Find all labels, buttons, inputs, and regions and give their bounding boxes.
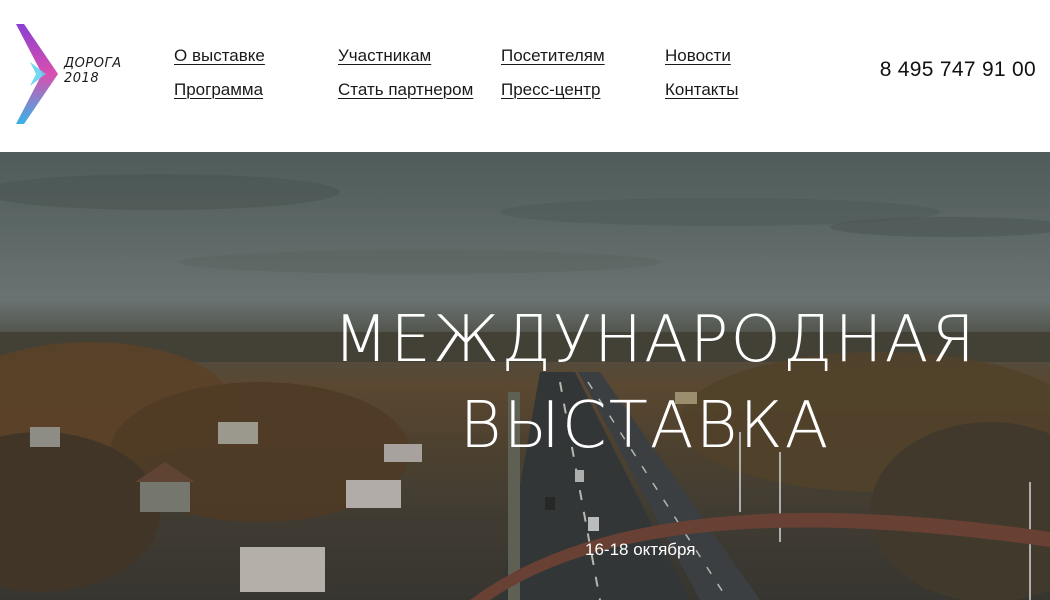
logo-line2: 2018 <box>64 71 100 86</box>
nav-link-press-center[interactable]: Пресс-центр <box>501 76 605 110</box>
nav-link-visitors[interactable]: Посетителям <box>501 42 605 76</box>
hero-banner: МЕЖДУНАРОДНАЯ ВЫСТАВКА 16-18 октября <box>0 152 1050 600</box>
logo-text: ДОРОГА 2018 <box>64 56 122 86</box>
hero-title-line2: ВЫСТАВКА <box>459 389 831 463</box>
logo[interactable]: ДОРОГА 2018 <box>12 22 122 126</box>
hero-title: МЕЖДУНАРОДНАЯ ВЫСТАВКА <box>0 297 1050 469</box>
nav-column-4: Новости Контакты <box>665 42 738 110</box>
site-header: ДОРОГА 2018 О выставке Программа Участни… <box>0 0 1050 152</box>
nav-link-news[interactable]: Новости <box>665 42 738 76</box>
nav-column-2: Участникам Стать партнером <box>338 42 473 110</box>
logo-line1: ДОРОГА <box>64 56 122 71</box>
event-dates: 16-18 октября <box>585 540 696 559</box>
nav-link-program[interactable]: Программа <box>174 76 265 110</box>
phone-number[interactable]: 8 495 747 91 00 <box>880 58 1036 82</box>
hero-title-line1: МЕЖДУНАРОДНАЯ <box>333 303 977 377</box>
nav-link-about[interactable]: О выставке <box>174 42 265 76</box>
nav-link-participants[interactable]: Участникам <box>338 42 473 76</box>
nav-column-1: О выставке Программа <box>174 42 265 110</box>
logo-arrow-icon <box>16 24 58 124</box>
nav-link-contacts[interactable]: Контакты <box>665 76 738 110</box>
nav-column-3: Посетителям Пресс-центр <box>501 42 605 110</box>
nav-link-become-partner[interactable]: Стать партнером <box>338 76 473 110</box>
